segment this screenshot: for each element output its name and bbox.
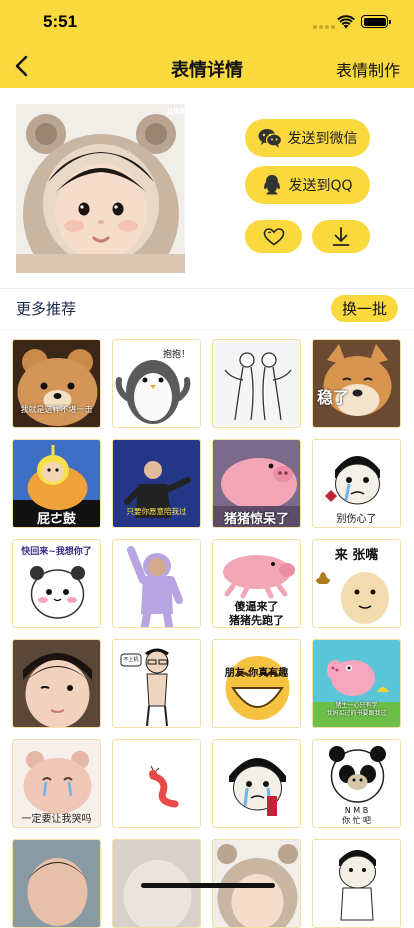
sticker-crying-bear-image xyxy=(13,740,100,827)
header: 5:51 表情详情 表情制作 xyxy=(0,0,414,88)
battery-icon xyxy=(361,15,391,28)
sticker-bear-image xyxy=(13,340,100,427)
more-recommend-title: 更多推荐 xyxy=(16,300,77,318)
download-button[interactable] xyxy=(312,220,370,253)
sticker-item[interactable]: 来 张嘴 xyxy=(312,539,401,628)
send-to-wechat-button[interactable]: 发送到微信 xyxy=(245,119,370,157)
divider xyxy=(0,288,414,289)
sticker-item[interactable]: 傻逼来了 猪猪先跑了 xyxy=(212,539,301,628)
download-icon xyxy=(332,226,350,246)
sticker-toddler-image xyxy=(13,640,100,727)
sticker-item[interactable]: 屁ㄜ鼓 xyxy=(12,439,101,528)
sticker-item[interactable]: 别伤心了 xyxy=(312,439,401,528)
sticker-pink-pig-image xyxy=(213,440,300,527)
sticker-item[interactable] xyxy=(312,839,401,928)
refresh-batch-button[interactable]: 换一批 xyxy=(331,295,398,322)
sticker-item[interactable]: 只要你愿意陪我过 xyxy=(112,439,201,528)
sticker-item[interactable]: 猪猪惊呆了 xyxy=(212,439,301,528)
sticker-item[interactable]: 一定要让我哭吗 xyxy=(12,739,101,828)
send-to-wechat-label: 发送到微信 xyxy=(287,131,358,147)
signal-icon xyxy=(313,25,335,29)
sticker-item[interactable] xyxy=(12,639,101,728)
favorite-button[interactable] xyxy=(245,220,302,253)
sticker-item[interactable]: 稳了 xyxy=(312,339,401,428)
sticker-peppa-pig-image xyxy=(313,640,400,727)
heart-icon xyxy=(263,227,284,245)
nav-bar: 表情详情 表情制作 xyxy=(0,44,414,88)
sticker-shiba-dog-image xyxy=(313,340,400,427)
sticker-laughing-face-image xyxy=(213,640,300,727)
sticker-item[interactable]: N M B 你 忙 吧 xyxy=(312,739,401,828)
sticker-item[interactable]: 不上机 xyxy=(112,639,201,728)
sticker-item[interactable]: 猪生一心只有学 我妈买过的书要跟我过 xyxy=(312,639,401,728)
sticker-penguin-image xyxy=(113,340,200,427)
sticker-dancing-bears-image xyxy=(213,340,300,427)
send-to-qq-button[interactable]: 发送到QQ xyxy=(245,166,370,204)
sticker-meme-face-image xyxy=(313,840,400,927)
sticker-item[interactable] xyxy=(212,739,301,828)
divider xyxy=(0,329,414,330)
sticker-item[interactable]: 抱抱！ xyxy=(112,339,201,428)
sticker-preview-image[interactable]: JiBB xyxy=(16,104,185,273)
home-indicator xyxy=(141,883,275,888)
sticker-running-pig-image xyxy=(213,540,300,627)
watermark: JiBB xyxy=(166,107,185,116)
sticker-stage-man-image xyxy=(113,440,200,527)
sticker-purple-costume-image xyxy=(113,540,200,627)
wechat-icon xyxy=(258,129,282,148)
sticker-item[interactable] xyxy=(112,539,201,628)
sticker-item[interactable] xyxy=(12,839,101,928)
qq-penguin-icon xyxy=(264,175,281,195)
status-bar: 5:51 xyxy=(0,0,414,44)
sticker-item[interactable] xyxy=(212,339,301,428)
make-sticker-button[interactable]: 表情制作 xyxy=(336,57,400,81)
sticker-red-worm-image xyxy=(113,740,200,827)
sticker-kid-photo-image xyxy=(13,840,100,927)
sticker-item[interactable]: 我就是这样不堪一击 xyxy=(12,339,101,428)
sticker-open-mouth-meme-image xyxy=(313,540,400,627)
sticker-item[interactable] xyxy=(112,739,201,828)
wifi-icon xyxy=(337,15,355,29)
sticker-item[interactable]: 朋友 你真有趣 我都笑了 xyxy=(212,639,301,728)
sticker-item[interactable]: 快回来~我想你了 xyxy=(12,539,101,628)
send-to-qq-label: 发送到QQ xyxy=(288,178,353,194)
status-time: 5:51 xyxy=(43,12,78,31)
sticker-panda-meme-image xyxy=(313,740,400,827)
sticker-crying-meme-image xyxy=(313,440,400,527)
sticker-panda-bear-image xyxy=(13,540,100,627)
sticker-teletubby-image xyxy=(13,440,100,527)
baby-bear-hood-image: JiBB xyxy=(16,104,185,273)
sticker-sign-man-image xyxy=(113,640,200,727)
sticker-crying-meme-image xyxy=(213,740,300,827)
